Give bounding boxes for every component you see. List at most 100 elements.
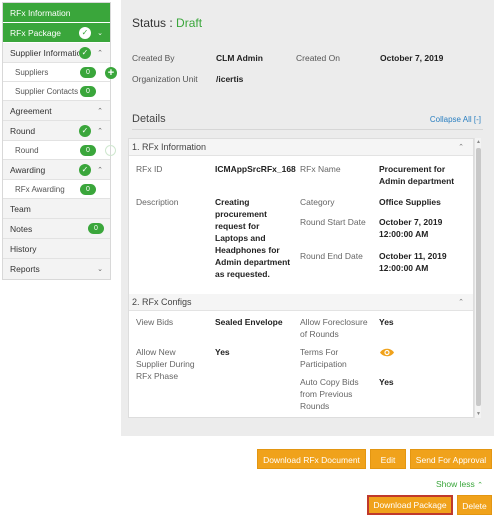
sidebar-item-history[interactable]: History <box>3 239 110 259</box>
auto-copy-value: Yes <box>379 377 394 387</box>
sidebar-item-team[interactable]: Team <box>3 199 110 219</box>
allow-new-supplier-label: Allow New Supplier During RFx Phase <box>136 347 195 381</box>
auto-copy-label: Auto Copy Bids from Previous Rounds <box>300 377 359 411</box>
check-circle-icon: ✓ <box>79 163 91 176</box>
scrollbar-thumb[interactable] <box>476 148 481 406</box>
sidebar-item-label: Notes <box>10 223 33 234</box>
sidebar-item-label: Supplier Contacts <box>15 86 79 96</box>
rfx-name-label: RFx Name <box>300 164 341 174</box>
check-circle-icon: ✓ <box>79 124 91 137</box>
view-bids-value: Sealed Envelope <box>215 317 283 327</box>
scroll-up-icon[interactable]: ▲ <box>475 139 482 145</box>
show-less-label: Show less <box>436 479 475 489</box>
section-title: 1. RFx Information <box>132 142 207 152</box>
eye-icon[interactable] <box>379 347 395 358</box>
description-value: Creating procurement request for Laptops… <box>215 197 291 279</box>
allow-foreclosure-value: Yes <box>379 317 394 327</box>
download-package-button[interactable]: Download Package <box>367 495 453 515</box>
sidebar-item-label: Suppliers <box>15 67 49 77</box>
allow-foreclosure-label: Allow Foreclosure of Rounds <box>300 317 368 339</box>
sidebar-item-label: Round <box>10 125 36 136</box>
sidebar-item-awarding[interactable]: Awarding ✓ ⌃ <box>3 160 110 180</box>
allow-new-supplier-value: Yes <box>215 347 230 357</box>
sidebar-item-label: RFx Package <box>10 27 62 38</box>
chevron-up-icon[interactable]: ⌃ <box>456 139 466 156</box>
round-end-label: Round End Date <box>300 251 363 261</box>
chevron-up-icon[interactable]: ⌃ <box>95 166 105 174</box>
status-label: Status : <box>132 16 173 30</box>
round-start-label: Round Start Date <box>300 217 366 227</box>
chevron-down-icon[interactable]: ⌄ <box>95 265 105 273</box>
sidebar-item-round[interactable]: Round ✓ ⌃ <box>3 121 110 141</box>
count-badge: 0 <box>80 85 96 97</box>
check-circle-icon: ✓ <box>79 26 91 39</box>
rfx-id-value: ICMAppSrcRFx_168 <box>215 164 296 174</box>
sidebar-item-label: Agreement <box>10 105 52 116</box>
details-title: Details <box>132 113 166 125</box>
category-label: Category <box>300 197 335 207</box>
sidebar-item-label: RFx Awarding <box>15 184 65 194</box>
chevron-down-icon[interactable]: ⌄ <box>95 29 105 37</box>
sidebar-item-rfx-package[interactable]: RFx Package ✓ ⌄ <box>3 23 110 43</box>
status-badge: Draft <box>176 16 203 30</box>
description-label: Description <box>136 197 179 207</box>
delete-button[interactable]: Delete <box>457 495 492 515</box>
sidebar-item-suppliers[interactable]: Suppliers 0 + <box>3 63 117 82</box>
status-line: Status : Draft <box>132 16 202 30</box>
chevron-up-icon[interactable]: ⌃ <box>95 107 105 115</box>
chevron-up-icon: ⌃ <box>477 482 483 489</box>
sidebar-item-rfx-awarding[interactable]: RFx Awarding 0 <box>3 180 110 199</box>
download-rfx-document-button[interactable]: Download RFx Document <box>257 449 366 469</box>
sidebar-item-label: History <box>10 243 37 254</box>
sidebar-item-agreement[interactable]: Agreement ⌃ <box>3 101 110 121</box>
sidebar-item-label: RFx Information <box>10 7 71 18</box>
created-on-value: October 7, 2019 <box>380 53 444 63</box>
show-less-link[interactable]: Show less ⌃ <box>436 479 483 489</box>
sidebar-item-notes[interactable]: Notes 0 <box>3 219 110 239</box>
check-circle-icon: ✓ <box>79 46 91 59</box>
round-start-value: October 7, 2019 12:00:00 AM <box>379 217 443 239</box>
count-badge: 0 <box>88 223 104 234</box>
sidebar-item-label: Reports <box>10 264 40 274</box>
sidebar-item-rfx-information[interactable]: RFx Information <box>3 3 110 23</box>
section-rfx-information-header[interactable]: 1. RFx Information ⌃ <box>129 139 473 156</box>
terms-label: Terms For Participation <box>300 347 347 369</box>
org-unit-value: /icertis <box>216 74 244 84</box>
section-rfx-information-body: RFx ID ICMAppSrcRFx_168 RFx Name Procure… <box>129 156 473 286</box>
count-badge: 0 <box>80 66 96 78</box>
org-unit-label: Organization Unit <box>132 74 198 84</box>
edit-button[interactable]: Edit <box>370 449 406 469</box>
category-value: Office Supplies <box>379 197 441 207</box>
details-scrollbar[interactable]: ▲ ▼ <box>474 138 481 418</box>
sidebar-item-supplier-information[interactable]: Supplier Information ✓ ⌃ <box>3 43 110 63</box>
section-title: 2. RFx Configs <box>132 297 192 307</box>
count-badge: 0 <box>80 144 96 156</box>
scroll-down-icon[interactable]: ▼ <box>475 411 482 417</box>
divider <box>132 129 483 130</box>
sidebar-item-label: Supplier Information <box>10 47 79 58</box>
created-on-label: Created On <box>296 53 340 63</box>
add-round-icon[interactable] <box>105 145 116 156</box>
chevron-up-icon[interactable]: ⌃ <box>95 127 105 135</box>
created-by-value: CLM Admin <box>216 53 263 63</box>
rfx-detail-panel: Status : Draft Created By CLM Admin Crea… <box>121 0 494 436</box>
view-bids-label: View Bids <box>136 317 174 327</box>
sidebar-item-label: Team <box>10 203 31 214</box>
round-end-value: October 11, 2019 12:00:00 AM <box>379 251 447 273</box>
send-for-approval-button[interactable]: Send For Approval <box>410 449 492 469</box>
sidebar-item-reports[interactable]: Reports ⌄ <box>3 259 110 279</box>
sidebar-item-label: Awarding <box>10 164 46 175</box>
chevron-up-icon[interactable]: ⌃ <box>456 294 466 311</box>
count-badge: 0 <box>80 183 96 195</box>
details-card: 1. RFx Information ⌃ RFx ID ICMAppSrcRFx… <box>128 138 474 418</box>
created-by-label: Created By <box>132 53 175 63</box>
sidebar-item-round-sub[interactable]: Round 0 <box>3 141 116 160</box>
section-rfx-configs-body: View Bids Sealed Envelope Allow Foreclos… <box>129 311 473 417</box>
sidebar-item-supplier-contacts[interactable]: Supplier Contacts 0 <box>3 82 110 101</box>
sidebar-item-label: Round <box>15 145 39 155</box>
add-supplier-icon[interactable]: + <box>105 67 117 79</box>
chevron-up-icon[interactable]: ⌃ <box>95 49 105 57</box>
section-rfx-configs-header[interactable]: 2. RFx Configs ⌃ <box>129 294 473 311</box>
collapse-all-link[interactable]: Collapse All [-] <box>430 115 481 124</box>
rfx-name-value: Procurement for Admin department <box>379 164 455 186</box>
